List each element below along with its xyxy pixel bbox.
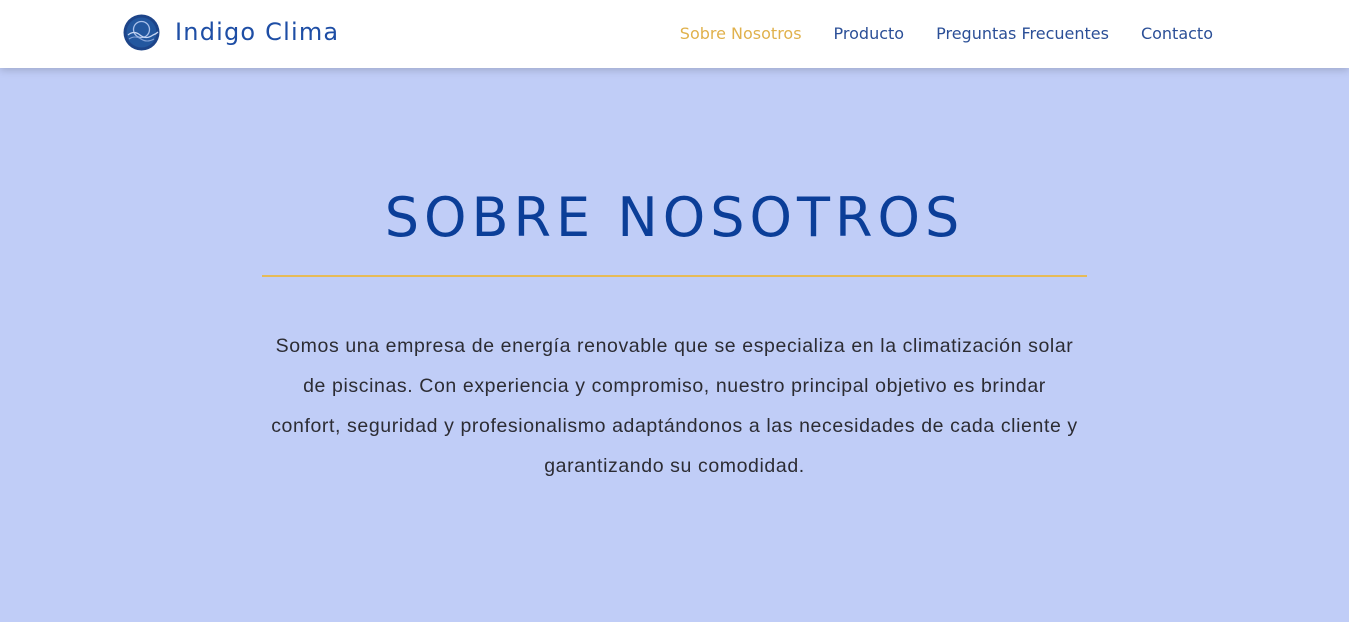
indigo-clima-logo-icon [123, 14, 160, 50]
nav-link-preguntas-frecuentes[interactable]: Preguntas Frecuentes [936, 24, 1109, 43]
nav-item-preguntas-frecuentes: Preguntas Frecuentes [936, 24, 1109, 43]
main-nav: Sobre Nosotros Producto Preguntas Frecue… [680, 0, 1213, 66]
about-title: SOBRE NOSOTROS [384, 186, 965, 249]
about-section: SOBRE NOSOTROS Somos una empresa de ener… [0, 68, 1349, 622]
brand-name: Indigo Clima [175, 18, 340, 46]
title-divider [262, 275, 1087, 277]
nav-item-sobre-nosotros: Sobre Nosotros [680, 24, 802, 43]
nav-item-contacto: Contacto [1141, 24, 1213, 43]
nav-link-producto[interactable]: Producto [834, 24, 905, 43]
site-header: Indigo Clima Sobre Nosotros Producto Pre… [0, 0, 1349, 68]
brand-link[interactable]: Indigo Clima [123, 13, 339, 51]
nav-item-producto: Producto [834, 24, 905, 43]
nav-link-sobre-nosotros[interactable]: Sobre Nosotros [680, 24, 802, 43]
nav-link-contacto[interactable]: Contacto [1141, 24, 1213, 43]
about-text: Somos una empresa de energía renovable q… [271, 335, 1078, 477]
